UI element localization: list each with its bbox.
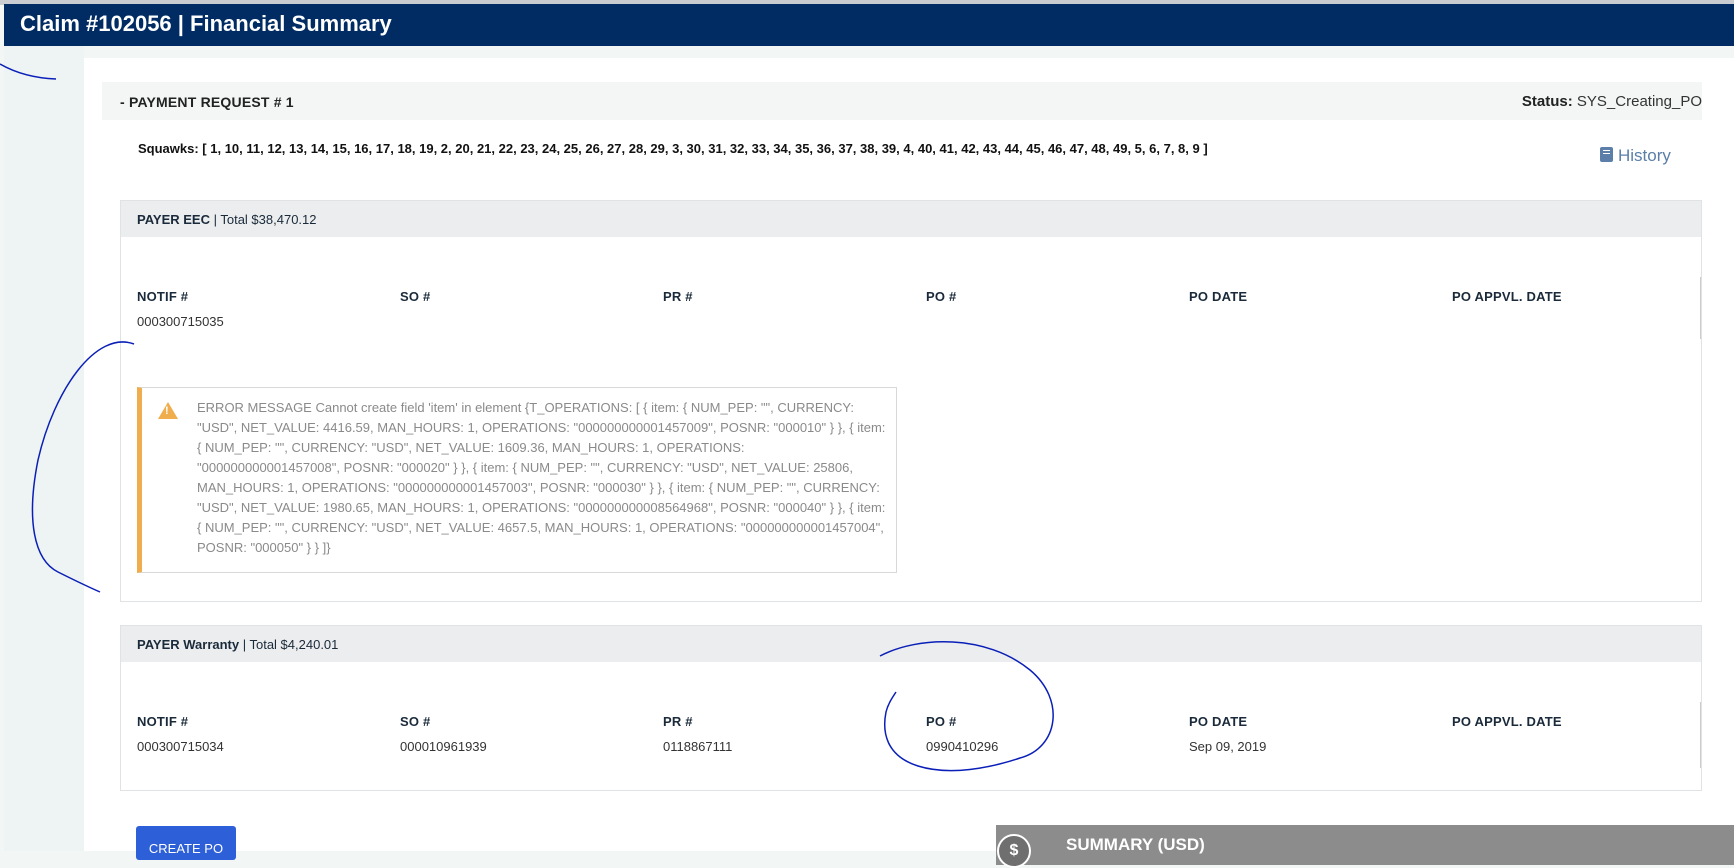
col-header: NOTIF #: [137, 289, 189, 304]
col-header: PR #: [663, 714, 693, 729]
summary-title: SUMMARY (USD): [1066, 835, 1205, 854]
col-value: [400, 314, 640, 329]
col-value: 0118867111: [663, 739, 733, 754]
payer-total: | Total $38,470.12: [213, 212, 317, 227]
payer-eec-header: PAYER EEC | Total $38,470.12: [121, 201, 1701, 237]
history-label[interactable]: History: [1618, 146, 1671, 165]
status-label: Status:: [1521, 93, 1573, 110]
col-notif: NOTIF # 000300715034: [137, 714, 377, 754]
payer-total: | Total $4,240.01: [242, 637, 339, 652]
create-po-button[interactable]: CREATE PO: [136, 826, 236, 860]
status-value: SYS_Creating_PO: [1576, 93, 1702, 110]
col-header: SO #: [400, 289, 431, 304]
payment-request-header[interactable]: - PAYMENT REQUEST # 1 Status: SYS_Creati…: [102, 82, 1702, 120]
history-link[interactable]: History: [1600, 146, 1671, 166]
col-value: [1452, 739, 1692, 754]
col-po-appvl-date: PO APPVL. DATE: [1452, 289, 1692, 329]
col-po-appvl-date: PO APPVL. DATE: [1452, 714, 1692, 754]
col-notif: NOTIF # 000300715035: [137, 289, 377, 329]
col-value: 000010961939: [400, 739, 487, 754]
col-so: SO #: [400, 289, 640, 329]
col-po-date: PO DATE: [1189, 289, 1429, 329]
col-header: PO #: [926, 289, 957, 304]
column-divider: [1700, 277, 1701, 339]
column-divider: [1700, 702, 1701, 768]
summary-panel-header[interactable]: $ SUMMARY (USD): [996, 825, 1734, 868]
col-header: PO DATE: [1189, 714, 1248, 729]
col-header: PO #: [926, 714, 957, 729]
status-indicator: Status: SYS_Creating_PO: [1522, 93, 1702, 110]
payer-eec-section: PAYER EEC | Total $38,470.12 NOTIF # 0003…: [120, 200, 1702, 602]
col-header: PO APPVL. DATE: [1452, 714, 1562, 729]
error-message-box: ERROR MESSAGE Cannot create field 'item'…: [137, 387, 897, 573]
col-value: [1189, 314, 1429, 329]
payment-request-panel: - PAYMENT REQUEST # 1 Status: SYS_Creati…: [102, 82, 1702, 862]
book-icon: [1600, 147, 1613, 162]
col-po: PO # 0990410296: [926, 714, 1166, 754]
payer-eec-columns: NOTIF # 000300715035 SO # PR # PO # PO DA…: [137, 289, 1699, 349]
col-so: SO # 000010961939: [400, 714, 640, 754]
payer-name: PAYER EEC: [137, 212, 210, 227]
warning-triangle-icon: [158, 402, 178, 419]
col-header: PR #: [663, 289, 693, 304]
col-header: PO DATE: [1189, 289, 1248, 304]
col-value: Sep 09, 2019: [1189, 739, 1267, 754]
error-message-text: ERROR MESSAGE Cannot create field 'item'…: [197, 400, 886, 555]
col-header: SO #: [400, 714, 431, 729]
payment-request-title[interactable]: - PAYMENT REQUEST # 1: [120, 94, 294, 110]
page-header: Claim #102056 | Financial Summary: [4, 4, 1734, 46]
col-value: 000300715035: [137, 314, 224, 329]
col-value: 0990410296: [926, 739, 999, 754]
col-value: [663, 314, 903, 329]
col-pr: PR # 0118867111: [663, 714, 903, 754]
payer-name: PAYER Warranty: [137, 637, 240, 652]
col-header: PO APPVL. DATE: [1452, 289, 1562, 304]
main-content: - PAYMENT REQUEST # 1 Status: SYS_Creati…: [84, 58, 1734, 868]
left-sidebar: [4, 46, 84, 851]
payer-warranty-section: PAYER Warranty | Total $4,240.01 NOTIF #…: [120, 625, 1702, 791]
col-pr: PR #: [663, 289, 903, 329]
col-po: PO #: [926, 289, 1166, 329]
col-header: NOTIF #: [137, 714, 189, 729]
squawks-list: Squawks: [ 1, 10, 11, 12, 13, 14, 15, 16…: [138, 141, 1208, 156]
col-po-date: PO DATE Sep 09, 2019: [1189, 714, 1429, 754]
page-title: Claim #102056 | Financial Summary: [20, 11, 392, 36]
col-value: [1452, 314, 1692, 329]
col-value: [926, 314, 1166, 329]
dollar-circle-icon: $: [997, 834, 1031, 868]
col-value: 000300715034: [137, 739, 224, 754]
payer-warranty-columns: NOTIF # 000300715034 SO # 000010961939 PR …: [137, 714, 1699, 774]
payer-warranty-header: PAYER Warranty | Total $4,240.01: [121, 626, 1701, 662]
